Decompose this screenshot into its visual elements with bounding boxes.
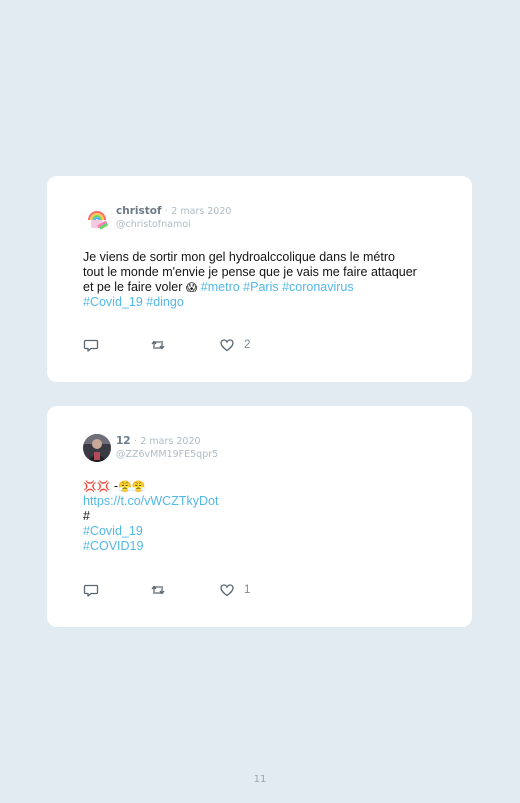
anger-symbol-emoji: 💢💢 (83, 480, 111, 493)
text-line: # (83, 509, 90, 523)
text-line: Je viens de sortir mon gel hydroalccoliq… (83, 250, 395, 264)
tweet-link[interactable]: https://t.co/vWCZTkyDot (83, 494, 453, 509)
retweet-icon (151, 585, 165, 595)
author-name[interactable]: christof (116, 205, 162, 217)
tweet-card[interactable]: christof · 2 mars 2020 @christofnamoi Je… (47, 176, 472, 382)
text-line: et pe le faire voler 😱 #metro #Paris #co… (83, 280, 453, 295)
tweet-date[interactable]: 2 mars 2020 (171, 206, 231, 217)
avatar[interactable] (83, 434, 111, 462)
hashtag-link[interactable]: #COVID19 (83, 539, 453, 554)
author-line: christof · 2 mars 2020 (116, 205, 231, 217)
separator-dot: · (164, 206, 168, 217)
scream-emoji: 😱 (185, 281, 198, 294)
page-number: 11 (253, 774, 267, 785)
text-line: tout le monde m'envie je pense que je va… (83, 265, 417, 279)
text-segment: et pe le faire voler (83, 280, 186, 294)
like-button[interactable]: 2 (219, 337, 250, 353)
heart-icon (220, 339, 234, 352)
tweet-card[interactable]: 12 · 2 mars 2020 @ZZ6vMM19FE5qpr5 💢💢 -😤😤… (47, 406, 472, 627)
like-button[interactable]: 1 (219, 582, 250, 598)
reply-button[interactable] (83, 337, 99, 353)
separator-dot: · (133, 436, 137, 447)
hashtag-link[interactable]: #Covid_19 #dingo (83, 295, 453, 310)
author-handle[interactable]: @ZZ6vMM19FE5qpr5 (116, 449, 218, 460)
huffing-face-emoji: 😤😤 (118, 480, 146, 493)
hashtag-link[interactable]: #metro #Paris #coronavirus (197, 280, 354, 294)
speech-bubble-icon (83, 339, 99, 352)
author-handle[interactable]: @christofnamoi (116, 219, 191, 230)
retweet-button[interactable] (150, 582, 166, 598)
reply-button[interactable] (83, 582, 99, 598)
author-name[interactable]: 12 (116, 435, 131, 447)
heart-icon (220, 584, 234, 597)
tweet-text: 💢💢 -😤😤 https://t.co/vWCZTkyDot # #Covid_… (83, 479, 453, 554)
like-count: 1 (244, 584, 251, 596)
text-segment: - (110, 479, 119, 493)
hashtag-link[interactable]: #Covid_19 (83, 524, 453, 539)
tweet-text: Je viens de sortir mon gel hydroalccoliq… (83, 250, 453, 310)
avatar[interactable] (83, 204, 111, 232)
retweet-icon (151, 340, 165, 350)
retweet-button[interactable] (150, 337, 166, 353)
speech-bubble-icon (83, 584, 99, 597)
tweet-date[interactable]: 2 mars 2020 (140, 436, 200, 447)
like-count: 2 (244, 339, 251, 351)
author-line: 12 · 2 mars 2020 (116, 435, 201, 447)
text-line: 💢💢 -😤😤 (83, 479, 453, 494)
